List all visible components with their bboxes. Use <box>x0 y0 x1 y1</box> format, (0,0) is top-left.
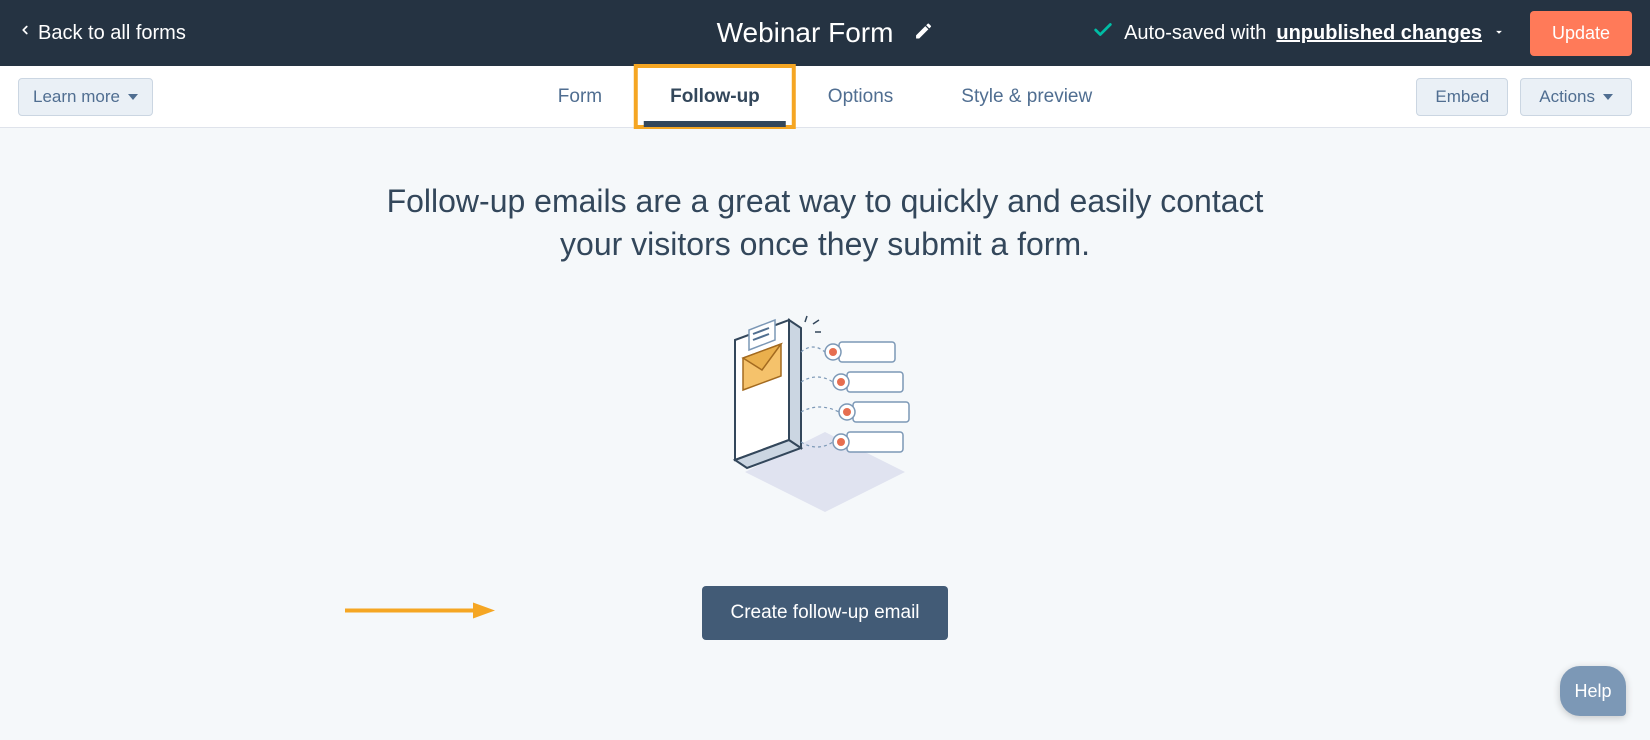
followup-illustration <box>695 312 955 532</box>
tabs: Form Follow-up Options Style & preview <box>524 66 1126 127</box>
autosave-status[interactable]: Auto-saved with unpublished changes <box>1092 19 1506 47</box>
caret-down-icon <box>128 94 138 100</box>
learn-more-button[interactable]: Learn more <box>18 78 153 116</box>
tab-style-preview[interactable]: Style & preview <box>927 66 1126 127</box>
tab-label: Options <box>828 86 893 108</box>
embed-button[interactable]: Embed <box>1416 78 1508 116</box>
tab-label: Follow-up <box>670 86 760 108</box>
actions-button[interactable]: Actions <box>1520 78 1632 116</box>
create-followup-email-button[interactable]: Create follow-up email <box>702 586 947 640</box>
actions-label: Actions <box>1539 87 1595 107</box>
help-label: Help <box>1574 681 1611 702</box>
autosave-highlight: unpublished changes <box>1276 22 1482 45</box>
form-title-group: Webinar Form <box>717 17 934 49</box>
arrow-annotation-icon <box>345 601 495 626</box>
cta-row: Create follow-up email <box>0 586 1650 640</box>
tab-label: Form <box>558 86 602 108</box>
tab-form[interactable]: Form <box>524 66 636 127</box>
tab-options[interactable]: Options <box>794 66 927 127</box>
autosave-prefix: Auto-saved with <box>1124 22 1266 45</box>
back-label: Back to all forms <box>38 22 186 45</box>
embed-label: Embed <box>1435 87 1489 107</box>
cta-label: Create follow-up email <box>730 602 919 623</box>
tab-follow-up[interactable]: Follow-up <box>636 66 794 127</box>
top-header: Back to all forms Webinar Form Auto-save… <box>0 0 1650 66</box>
caret-down-icon <box>1603 94 1613 100</box>
sub-nav: Learn more Form Follow-up Options Style … <box>0 66 1650 128</box>
check-icon <box>1092 19 1114 47</box>
help-button[interactable]: Help <box>1560 666 1626 716</box>
headline: Follow-up emails are a great way to quic… <box>365 180 1285 266</box>
back-to-forms-link[interactable]: Back to all forms <box>18 18 186 48</box>
edit-title-icon[interactable] <box>913 21 933 46</box>
main-content: Follow-up emails are a great way to quic… <box>0 128 1650 640</box>
learn-more-label: Learn more <box>33 87 120 107</box>
caret-down-icon <box>1492 22 1506 45</box>
update-button[interactable]: Update <box>1530 11 1632 56</box>
header-right: Auto-saved with unpublished changes Upda… <box>1092 11 1632 56</box>
update-label: Update <box>1552 23 1610 43</box>
tab-label: Style & preview <box>961 86 1092 108</box>
form-title: Webinar Form <box>717 17 894 49</box>
chevron-left-icon <box>18 18 32 48</box>
sub-nav-right: Embed Actions <box>1416 78 1632 116</box>
